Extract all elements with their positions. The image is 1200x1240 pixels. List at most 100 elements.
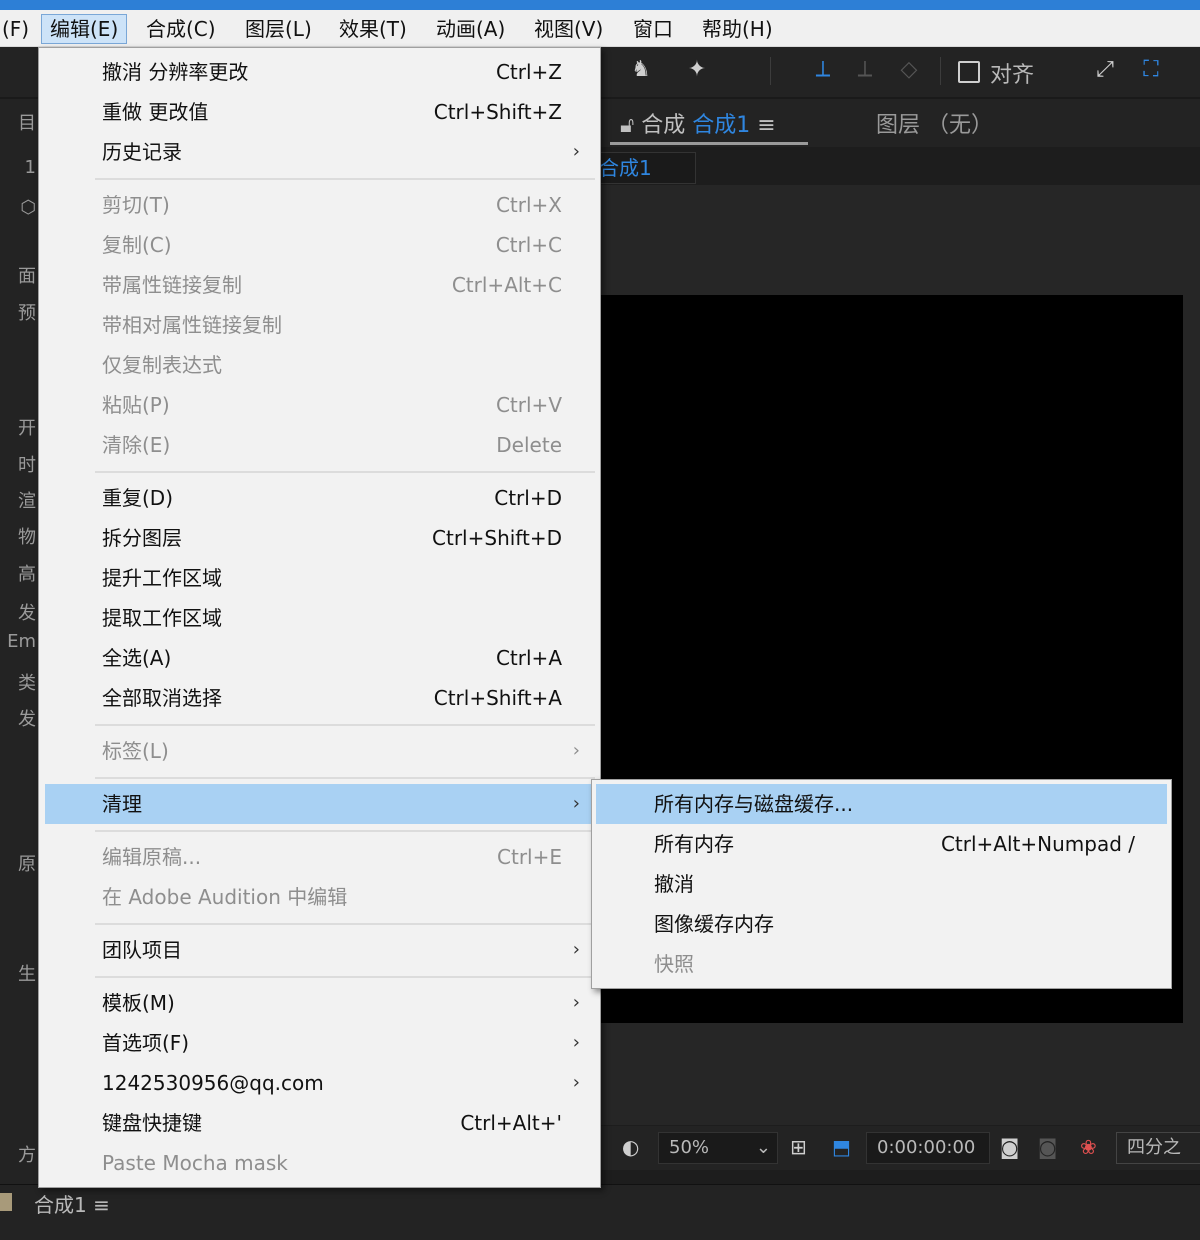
menu-item-purge[interactable]: 清理 › (45, 784, 594, 824)
puppet-tool-icon[interactable]: ♞ (626, 55, 656, 85)
menu-composition[interactable]: 合成(C) (138, 14, 224, 44)
show-snapshot-icon[interactable]: ◙ (1038, 1132, 1057, 1162)
menu-item-label: 标签(L) (102, 739, 169, 763)
menu-item-all-memory[interactable]: 所有内存 Ctrl+Alt+Numpad / (592, 824, 1171, 864)
menu-separator (95, 724, 595, 726)
menu-item-shortcut: Ctrl+X (495, 193, 562, 217)
chevron-right-icon: › (572, 1072, 580, 1093)
menu-animation[interactable]: 动画(A) (428, 14, 513, 44)
menu-item-copy[interactable]: 复制(C) Ctrl+C (39, 225, 600, 265)
expand-toolbar-icon[interactable]: ⤢ (1090, 55, 1120, 85)
menu-item-cut[interactable]: 剪切(T) Ctrl+X (39, 185, 600, 225)
panel-label[interactable]: 生 (0, 960, 40, 986)
menu-separator (95, 976, 595, 978)
menu-separator (95, 777, 595, 779)
menu-item-history[interactable]: 历史记录 › (39, 132, 600, 172)
menu-item-lift-work-area[interactable]: 提升工作区域 (39, 558, 600, 598)
menu-item-copy-expression-only[interactable]: 仅复制表达式 (39, 345, 600, 385)
menu-item-label: 1242530956@qq.com (102, 1071, 324, 1095)
menu-window[interactable]: 窗口 (625, 14, 681, 44)
menu-separator (95, 178, 595, 180)
menu-item-label: 编辑原稿... (102, 845, 202, 869)
panel-menu-icon[interactable]: ≡ (93, 1193, 110, 1217)
menu-effect[interactable]: 效果(T) (331, 14, 415, 44)
panel-label[interactable]: 原 (0, 850, 40, 876)
comp-breadcrumb[interactable]: 合成1 (596, 152, 696, 184)
view-axis-icon[interactable]: ◇ (894, 55, 924, 85)
safe-zones-icon[interactable]: ⊞ (790, 1132, 807, 1162)
panel-label[interactable]: 发 (0, 599, 40, 625)
region-of-interest-icon[interactable]: ⬒ (832, 1132, 851, 1162)
panel-label[interactable]: Em (0, 631, 40, 652)
world-axis-icon[interactable]: ⟂ (850, 55, 880, 85)
menu-item-duplicate[interactable]: 重复(D) Ctrl+D (39, 478, 600, 518)
panel-label[interactable]: 时 (0, 451, 40, 477)
color-channels-icon[interactable]: ❀ (1080, 1132, 1097, 1162)
panel-label[interactable]: 预 (0, 299, 40, 325)
tab-timeline-comp[interactable]: 合成1 ≡ (34, 1189, 110, 1218)
menu-item-clear[interactable]: 清除(E) Delete (39, 425, 600, 465)
menu-item-label: 团队项目 (102, 938, 182, 962)
tab-layer[interactable]: 图层 （无） (876, 107, 993, 139)
panel-label[interactable]: 方 (0, 1141, 40, 1167)
lock-icon[interactable]: 🔓︎ (620, 113, 634, 138)
local-axis-icon[interactable]: ⟂ (808, 55, 838, 85)
view-layout-select[interactable]: 四分之 (1116, 1132, 1200, 1164)
menu-item-copy-with-relative-links[interactable]: 带相对属性链接复制 (39, 305, 600, 345)
mask-visibility-icon[interactable]: ◐ (622, 1132, 639, 1162)
menu-item-snapshot[interactable]: 快照 (592, 944, 1171, 984)
camera-snapshot-icon[interactable]: ◙ (1000, 1132, 1019, 1162)
menu-item-label: 粘贴(P) (102, 393, 170, 417)
snap-target-icon[interactable]: ⛶ (1136, 55, 1166, 85)
timeline-panel: 合成1 ≡ (0, 1184, 1200, 1240)
zoom-value: 50% (669, 1137, 710, 1158)
menu-item-team-project[interactable]: 团队项目 › (39, 930, 600, 970)
panel-label[interactable]: 面 (0, 262, 40, 288)
menu-edit[interactable]: 编辑(E) (41, 14, 128, 44)
menu-item-label-color[interactable]: 标签(L) › (39, 731, 600, 771)
panel-label[interactable]: 开 (0, 414, 40, 440)
menu-item-shortcut: Ctrl+Shift+A (433, 686, 562, 710)
snap-checkbox[interactable] (958, 61, 980, 83)
menu-item-label: 复制(C) (102, 233, 172, 257)
menu-layer[interactable]: 图层(L) (237, 14, 320, 44)
toolbar-divider (770, 57, 771, 85)
menu-item-deselect-all[interactable]: 全部取消选择 Ctrl+Shift+A (39, 678, 600, 718)
menu-item-extract-work-area[interactable]: 提取工作区域 (39, 598, 600, 638)
current-time-field[interactable]: 0:00:00:00 (866, 1132, 990, 1164)
tab-composition[interactable]: 🔓︎ 合成 合成1 ≡ (620, 107, 776, 139)
menu-item-image-cache-memory[interactable]: 图像缓存内存 (592, 904, 1171, 944)
menu-item-split-layer[interactable]: 拆分图层 Ctrl+Shift+D (39, 518, 600, 558)
menu-item-undo[interactable]: 撤消 分辨率更改 Ctrl+Z (39, 52, 600, 92)
panel-label[interactable]: 渲 (0, 487, 40, 513)
panel-label[interactable]: 高 (0, 560, 40, 586)
chevron-right-icon: › (572, 939, 580, 960)
menu-help[interactable]: 帮助(H) (694, 14, 781, 44)
menu-item-paste-mocha-mask[interactable]: Paste Mocha mask (39, 1143, 600, 1183)
menu-item-edit-original[interactable]: 编辑原稿... Ctrl+E (39, 837, 600, 877)
menu-item-paste[interactable]: 粘贴(P) Ctrl+V (39, 385, 600, 425)
menu-item-shortcut: Ctrl+D (494, 486, 562, 510)
menu-item-keyboard-shortcuts[interactable]: 键盘快捷键 Ctrl+Alt+' (39, 1103, 600, 1143)
menu-item-templates[interactable]: 模板(M) › (39, 983, 600, 1023)
menu-item-redo[interactable]: 重做 更改值 Ctrl+Shift+Z (39, 92, 600, 132)
menu-file[interactable]: (F) (0, 14, 37, 44)
menu-item-preferences[interactable]: 首选项(F) › (39, 1023, 600, 1063)
menu-item-label: 重复(D) (102, 486, 174, 510)
menu-item-account[interactable]: 1242530956@qq.com › (39, 1063, 600, 1103)
panel-label[interactable]: 类 (0, 669, 40, 695)
panel-label[interactable]: 发 (0, 705, 40, 731)
menu-item-shortcut: Ctrl+Alt+' (460, 1111, 562, 1135)
menu-item-all-memory-and-disk-cache[interactable]: 所有内存与磁盘缓存... (596, 784, 1167, 824)
panel-label[interactable]: 物 (0, 523, 40, 549)
panel-menu-icon[interactable]: ≡ (757, 113, 775, 138)
menu-item-label: 全选(A) (102, 646, 172, 670)
menu-item-select-all[interactable]: 全选(A) Ctrl+A (39, 638, 600, 678)
pin-tool-icon[interactable]: ✦ (682, 55, 712, 85)
menu-item-purge-undo[interactable]: 撤消 (592, 864, 1171, 904)
menu-item-copy-with-property-links[interactable]: 带属性链接复制 Ctrl+Alt+C (39, 265, 600, 305)
menu-item-label: 提取工作区域 (102, 606, 222, 630)
zoom-select[interactable]: 50% ⌄ (658, 1132, 778, 1164)
menu-item-edit-in-audition[interactable]: 在 Adobe Audition 中编辑 (39, 877, 600, 917)
menu-view[interactable]: 视图(V) (526, 14, 611, 44)
